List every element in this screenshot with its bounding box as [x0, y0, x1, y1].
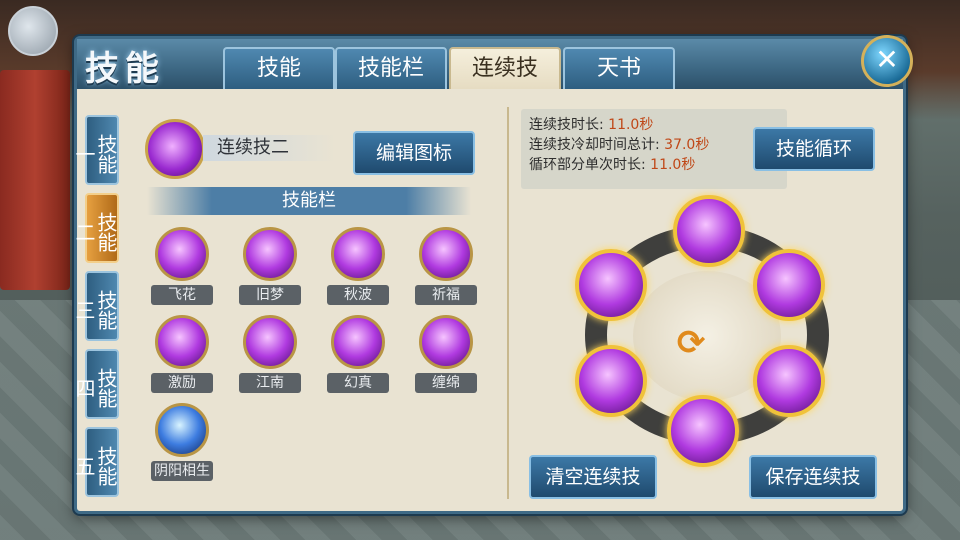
combo-name: 连续技二 — [203, 135, 335, 161]
save-combo-button[interactable]: 保存连续技 — [749, 455, 877, 499]
skill-feihua[interactable]: 飞花 — [151, 227, 213, 305]
combo-slot-2[interactable] — [753, 249, 825, 321]
skill-label: 旧梦 — [239, 285, 301, 305]
skill-icon — [331, 315, 385, 369]
combo-slot-6[interactable] — [575, 249, 647, 321]
clear-combo-button[interactable]: 清空连续技 — [529, 455, 657, 499]
skill-cycle-button[interactable]: 技能循环 — [753, 127, 875, 171]
skill-qiubo[interactable]: 秋波 — [327, 227, 389, 305]
skill-icon — [155, 315, 209, 369]
side-tab-skill-1[interactable]: 技能一 — [72, 115, 119, 185]
side-tab-skill-4[interactable]: 技能四 — [72, 349, 119, 419]
skill-label: 飞花 — [151, 285, 213, 305]
skill-icon — [155, 403, 209, 457]
close-icon[interactable]: ✕ — [861, 35, 913, 87]
combo-slot-4[interactable] — [667, 395, 739, 467]
tab-skills[interactable]: 技能 — [223, 47, 335, 89]
skill-icon — [331, 227, 385, 281]
player-avatar[interactable] — [8, 6, 58, 56]
window-title: 技能 — [85, 49, 165, 89]
side-tab-skill-3[interactable]: 技能三 — [72, 271, 119, 341]
skill-jiangnan[interactable]: 江南 — [239, 315, 301, 393]
combo-icon[interactable] — [145, 119, 205, 179]
skill-label: 缠绵 — [415, 373, 477, 393]
loop-label: 循环部分单次时长: — [529, 157, 646, 173]
skill-qifu[interactable]: 祈福 — [415, 227, 477, 305]
tab-heavenly-book[interactable]: 天书 — [563, 47, 675, 89]
skill-huanzhen[interactable]: 幻真 — [327, 315, 389, 393]
skill-label: 激励 — [151, 373, 213, 393]
title-bar: 技能 技能 技能栏 连续技 天书 ✕ — [77, 35, 913, 89]
skill-label: 江南 — [239, 373, 301, 393]
skill-label: 秋波 — [327, 285, 389, 305]
combo-slot-1[interactable] — [673, 195, 745, 267]
skill-label: 幻真 — [327, 373, 389, 393]
cooldown-value: 37.0秒 — [664, 137, 710, 153]
duration-label: 连续技时长: — [529, 117, 604, 133]
combo-slot-5[interactable] — [575, 345, 647, 417]
skill-yinyang[interactable]: 阴阳相生 — [151, 403, 213, 481]
background-pillar — [0, 70, 70, 290]
duration-value: 11.0秒 — [608, 117, 654, 133]
skill-icon — [155, 227, 209, 281]
side-tab-skill-2[interactable]: 技能二 — [72, 193, 119, 263]
skill-chanmian[interactable]: 缠绵 — [415, 315, 477, 393]
skill-icon — [243, 315, 297, 369]
edit-icon-button[interactable]: 编辑图标 — [353, 131, 475, 175]
skill-icon — [243, 227, 297, 281]
side-tab-skill-5[interactable]: 技能五 — [72, 427, 119, 497]
skill-icon — [419, 315, 473, 369]
tab-skill-bar[interactable]: 技能栏 — [335, 47, 447, 89]
skill-label: 阴阳相生 — [151, 461, 213, 481]
skill-jili[interactable]: 激励 — [151, 315, 213, 393]
combo-slot-3[interactable] — [753, 345, 825, 417]
skill-bar-header: 技能栏 — [147, 187, 471, 215]
refresh-arrows-icon[interactable]: ⟳ — [665, 323, 717, 363]
skill-label: 祈福 — [415, 285, 477, 305]
panel-divider — [507, 107, 509, 499]
combo-stats: 连续技时长: 11.0秒 连续技冷却时间总计: 37.0秒 循环部分单次时长: … — [521, 109, 787, 189]
tab-combo[interactable]: 连续技 — [449, 47, 561, 89]
skill-window: 技能 技能 技能栏 连续技 天书 ✕ 技能一 技能二 技能三 技能四 技能五 连… — [72, 35, 913, 514]
cooldown-label: 连续技冷却时间总计: — [529, 137, 660, 153]
skill-jiumeng[interactable]: 旧梦 — [239, 227, 301, 305]
skill-icon — [419, 227, 473, 281]
loop-value: 11.0秒 — [650, 157, 696, 173]
